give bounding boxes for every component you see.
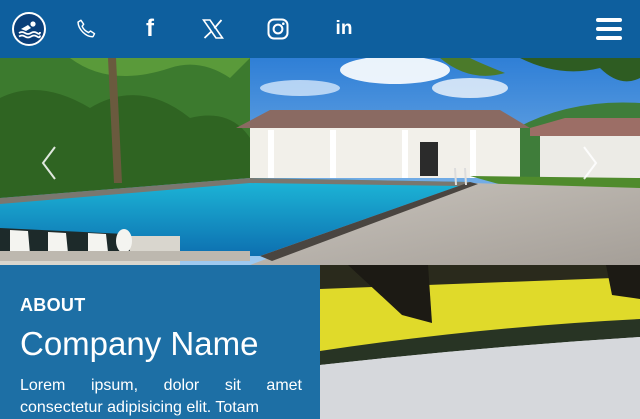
swimmer-logo-icon[interactable] [12,12,46,46]
about-label: ABOUT [20,295,86,315]
about-body-text: Lorem ipsum, dolor sit amet consectetur … [20,377,302,416]
interior-photo [320,265,640,419]
page: f in ABOUT Company Name Lorem ipsum, dol… [0,0,640,419]
chevron-left-icon[interactable] [39,143,59,183]
hamburger-line [596,18,622,22]
linkedin-glyph: in [335,18,353,39]
about-panel: ABOUT Company Name Lorem ipsum, dolor si… [0,265,320,419]
facebook-glyph: f [146,15,154,42]
hamburger-line [596,36,622,40]
hero-image [0,58,640,265]
about-photo [320,265,640,419]
phone-icon[interactable] [73,16,99,42]
instagram-icon[interactable] [265,16,291,42]
linkedin-icon[interactable]: in [329,16,359,42]
company-name-heading: Company Name [20,325,259,362]
hero-carousel [0,58,640,265]
hamburger-menu-icon[interactable] [596,18,622,40]
chevron-right-icon[interactable] [580,143,600,183]
hamburger-line [596,27,622,31]
x-twitter-icon[interactable] [200,16,226,42]
facebook-icon[interactable]: f [137,16,163,42]
top-navigation-bar: f in [0,0,640,60]
